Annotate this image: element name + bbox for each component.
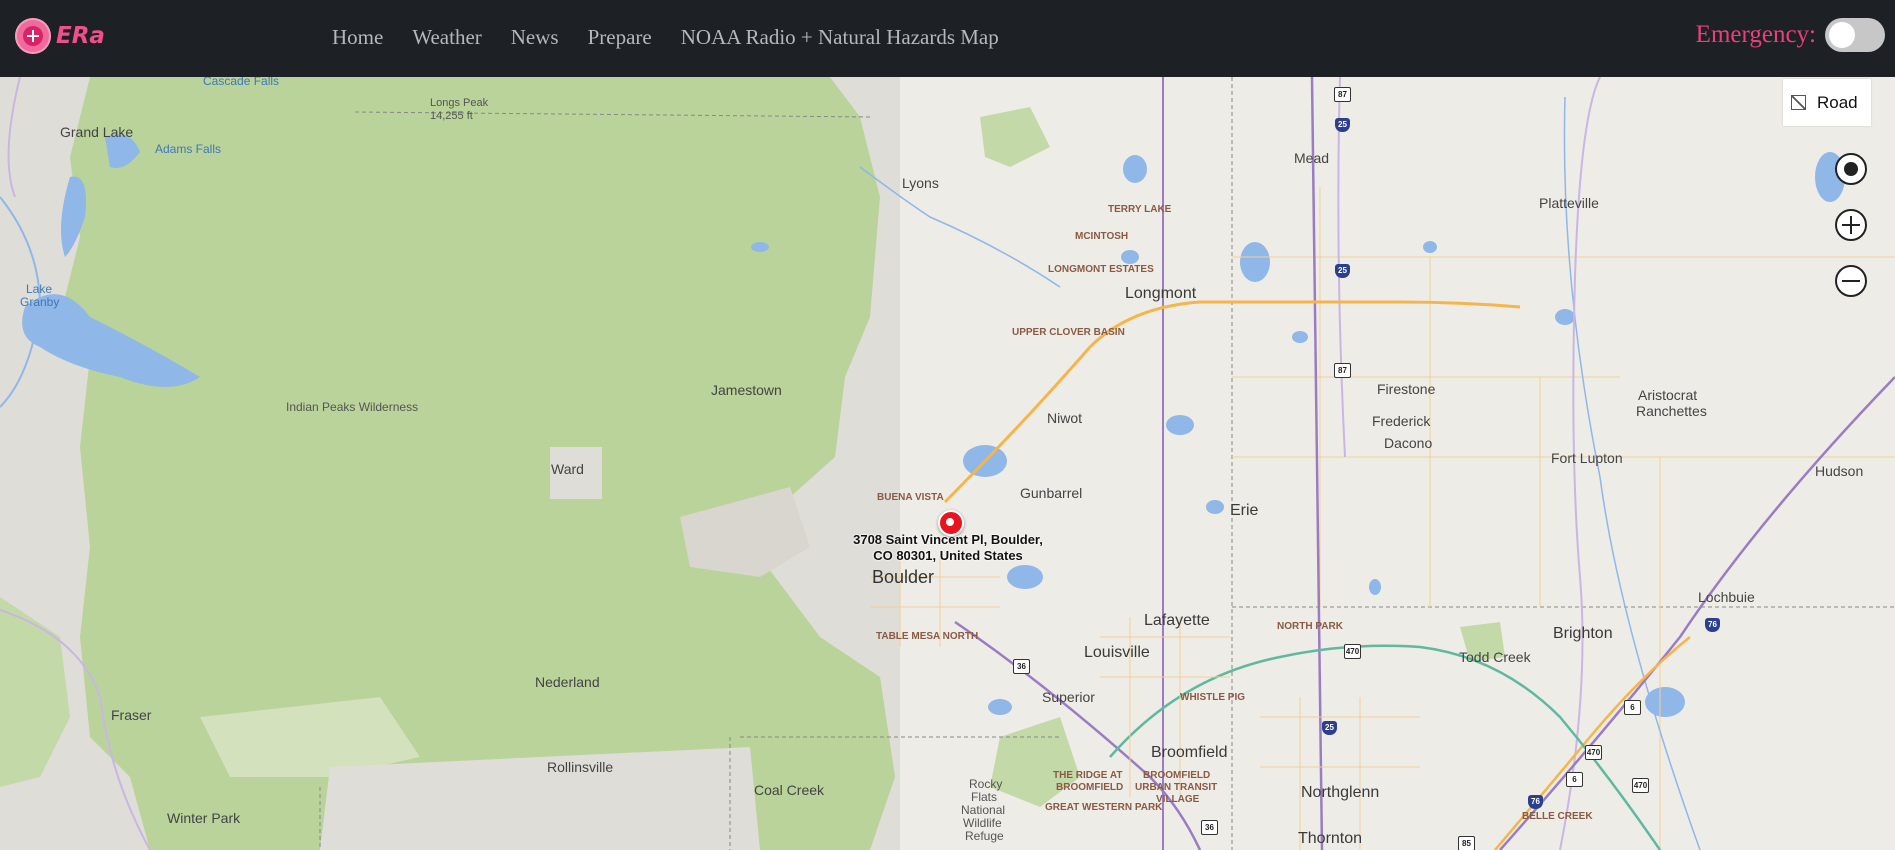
nav-home-link[interactable]: Home bbox=[332, 25, 383, 50]
map-label-platteville: Platteville bbox=[1539, 195, 1599, 211]
map-label-buena-vista: BUENA VISTA bbox=[877, 492, 944, 503]
i-76-shield: 76 bbox=[1705, 618, 1720, 632]
top-navbar: ERa Home Weather News Prepare NOAA Radio… bbox=[0, 0, 1895, 77]
logo-text: ERa bbox=[56, 23, 105, 49]
map-label-louisville: Louisville bbox=[1084, 644, 1150, 661]
i-25-shield-3: 25 bbox=[1322, 721, 1337, 735]
map-label-winter-park: Winter Park bbox=[167, 810, 241, 826]
us-36-shield-2: 36 bbox=[1201, 820, 1218, 835]
map-label-lake-granby-2: Granby bbox=[20, 295, 60, 309]
map-label-bf-village-2: URBAN TRANSIT bbox=[1135, 782, 1218, 793]
map-label-aristocrat-2: Ranchettes bbox=[1636, 403, 1707, 419]
us-6-shield: 6 bbox=[1624, 700, 1641, 715]
map-label-thornton: Thornton bbox=[1298, 830, 1363, 847]
nav-noaa-map-link[interactable]: NOAA Radio + Natural Hazards Map bbox=[681, 25, 999, 50]
map-label-todd-creek: Todd Creek bbox=[1459, 649, 1531, 665]
map-label-rocky-flats-4: Wildlife bbox=[963, 816, 1002, 830]
map-label-rocky-flats-3: National bbox=[961, 803, 1006, 817]
emergency-toggle[interactable] bbox=[1825, 18, 1885, 52]
app-logo[interactable]: ERa bbox=[15, 18, 105, 54]
map-label-rocky-flats-1: Rocky bbox=[969, 777, 1003, 791]
map-label-ward: Ward bbox=[551, 461, 584, 477]
map-label-lake-granby-1: Lake bbox=[26, 282, 53, 296]
map-label-belle-creek: BELLE CREEK bbox=[1522, 811, 1593, 822]
map-label-great-western: GREAT WESTERN PARK bbox=[1045, 802, 1163, 813]
locate-me-button[interactable] bbox=[1835, 153, 1867, 185]
map-label-erie: Erie bbox=[1230, 502, 1259, 519]
map-label-longs-peak: Longs Peak bbox=[430, 97, 489, 109]
map-layer-button[interactable]: Road bbox=[1783, 79, 1871, 126]
map-label-longmont: Longmont bbox=[1125, 285, 1197, 302]
map-label-niwot: Niwot bbox=[1047, 410, 1083, 426]
map-label-boulder: Boulder bbox=[872, 567, 935, 587]
map-label-dacono: Dacono bbox=[1384, 435, 1433, 451]
toggle-knob bbox=[1829, 22, 1855, 48]
zoom-out-button[interactable] bbox=[1835, 265, 1867, 297]
map-label-bf-village-1: BROOMFIELD bbox=[1143, 770, 1211, 781]
map-label-terry-lake: TERRY LAKE bbox=[1108, 204, 1172, 215]
map-label-nederland: Nederland bbox=[535, 674, 600, 690]
map-label-grand-lake: Grand Lake bbox=[60, 124, 134, 140]
map-label-indian-peaks: Indian Peaks Wilderness bbox=[286, 400, 419, 414]
map-view[interactable]: Cascade Falls Longs Peak 14,255 ft Grand… bbox=[0, 77, 1895, 850]
map-label-lochbuie: Lochbuie bbox=[1698, 589, 1755, 605]
emergency-control: Emergency: bbox=[1696, 18, 1885, 52]
map-label-northglenn: Northglenn bbox=[1301, 784, 1380, 801]
i-25-shield: 25 bbox=[1335, 118, 1350, 132]
us-36-shield: 36 bbox=[1013, 659, 1030, 674]
map-label-coal-creek: Coal Creek bbox=[754, 782, 825, 798]
map-label-superior: Superior bbox=[1042, 689, 1095, 705]
map-label-table-mesa: TABLE MESA NORTH bbox=[876, 631, 979, 642]
nav-weather-link[interactable]: Weather bbox=[412, 25, 481, 50]
e-470-shield-3: 470 bbox=[1632, 778, 1649, 793]
map-label-hudson: Hudson bbox=[1815, 463, 1864, 479]
map-label-ridge-1: THE RIDGE AT bbox=[1053, 770, 1123, 781]
marker-address-label: 3708 Saint Vincent Pl, Boulder, CO 80301… bbox=[828, 532, 1068, 564]
map-label-cascade-falls: Cascade Falls bbox=[203, 77, 280, 88]
marker-address-line1: 3708 Saint Vincent Pl, Boulder, bbox=[853, 532, 1043, 547]
layer-icon bbox=[1791, 95, 1806, 110]
e-470-shield: 470 bbox=[1344, 644, 1361, 659]
map-label-firestone: Firestone bbox=[1377, 381, 1436, 397]
i-25-shield-2: 25 bbox=[1335, 264, 1350, 278]
us-87-shield: 87 bbox=[1334, 87, 1351, 102]
map-label-longs-peak-elev: 14,255 ft bbox=[430, 110, 473, 122]
us-85-shield: 85 bbox=[1458, 836, 1475, 850]
logo-plus-icon bbox=[15, 18, 51, 54]
map-label-gunbarrel: Gunbarrel bbox=[1020, 485, 1083, 501]
map-label-longmont-estates: LONGMONT ESTATES bbox=[1048, 264, 1154, 275]
map-label-upper-clover-basin: UPPER CLOVER BASIN bbox=[1012, 327, 1125, 338]
map-label-mead: Mead bbox=[1294, 150, 1330, 166]
map-label-rollinsville: Rollinsville bbox=[547, 759, 614, 775]
map-label-aristocrat-1: Aristocrat bbox=[1638, 387, 1698, 403]
map-label-rocky-flats-5: Refuge bbox=[965, 829, 1004, 843]
i-76-shield-2: 76 bbox=[1528, 795, 1543, 809]
map-label-lafayette: Lafayette bbox=[1144, 612, 1210, 629]
map-label-jamestown: Jamestown bbox=[711, 382, 782, 398]
map-label-rocky-flats-2: Flats bbox=[971, 790, 998, 804]
layer-label: Road bbox=[1817, 92, 1858, 112]
map-label-broomfield: Broomfield bbox=[1151, 744, 1228, 761]
zoom-in-button[interactable] bbox=[1835, 209, 1867, 241]
map-label-bf-village-3: VILLAGE bbox=[1156, 794, 1200, 805]
emergency-label: Emergency: bbox=[1695, 21, 1816, 48]
nav-links: Home Weather News Prepare NOAA Radio + N… bbox=[332, 25, 1028, 50]
map-label-frederick: Frederick bbox=[1372, 413, 1431, 429]
marker-address-line2: CO 80301, United States bbox=[873, 548, 1023, 563]
map-label-brighton: Brighton bbox=[1553, 625, 1613, 642]
map-label-north-park: NORTH PARK bbox=[1277, 621, 1343, 632]
us-87-shield-2: 87 bbox=[1334, 363, 1351, 378]
map-label-lyons: Lyons bbox=[902, 175, 939, 191]
map-label-adams-falls: Adams Falls bbox=[155, 142, 222, 156]
map-label-fort-lupton: Fort Lupton bbox=[1551, 450, 1623, 466]
map-label-fraser: Fraser bbox=[111, 707, 152, 723]
map-label-whistle-pig: WHISTLE PIG bbox=[1180, 692, 1245, 703]
map-label-ridge-2: BROOMFIELD bbox=[1056, 782, 1124, 793]
nav-prepare-link[interactable]: Prepare bbox=[588, 25, 652, 50]
map-label-mcintosh: MCINTOSH bbox=[1075, 231, 1129, 242]
us-6-shield-2: 6 bbox=[1566, 772, 1583, 787]
e-470-shield-2: 470 bbox=[1585, 745, 1602, 760]
nav-news-link[interactable]: News bbox=[511, 25, 559, 50]
